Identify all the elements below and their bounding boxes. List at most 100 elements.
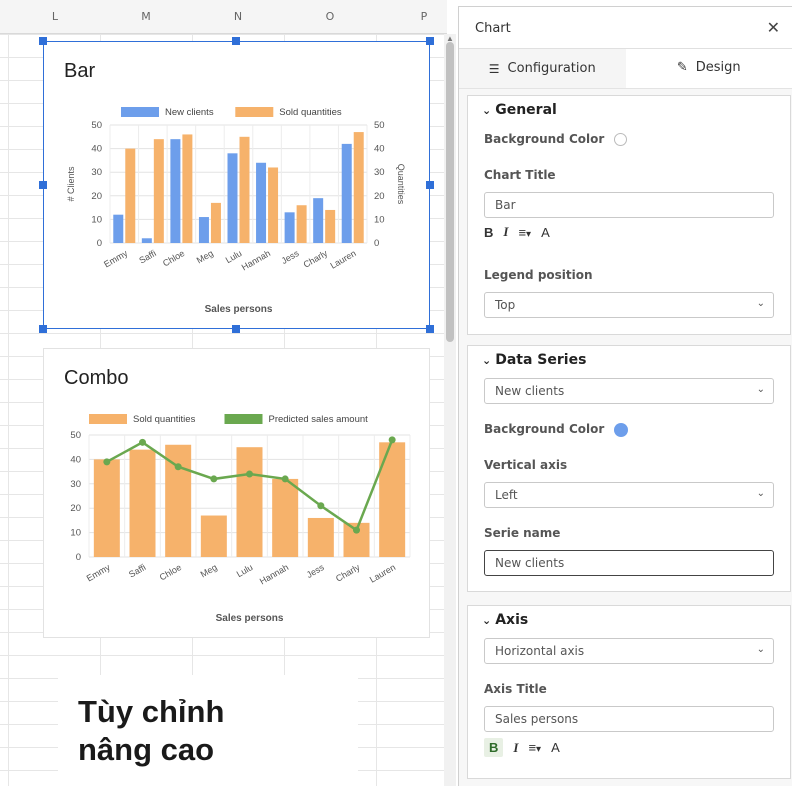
bar: [227, 153, 238, 243]
line-point: [103, 458, 111, 466]
x-tick-label: Saffi: [137, 248, 157, 266]
vertical-scrollbar[interactable]: ▲: [444, 34, 456, 786]
bar: [141, 238, 152, 243]
tab-design-label: Design: [695, 60, 741, 75]
tab-configuration[interactable]: ☰ Configuration: [459, 49, 626, 88]
bold-button[interactable]: B: [484, 225, 493, 240]
serie-name-input[interactable]: New clients: [484, 550, 774, 576]
vertical-axis-label: Vertical axis: [484, 458, 568, 472]
combo-chart-card[interactable]: Combo Sold quantities Predicted sales amo…: [43, 348, 430, 638]
italic-button[interactable]: I: [503, 224, 508, 240]
section-data-series: ⌄ Data Series New clients ⌄ Background Co…: [467, 345, 791, 592]
resize-handle-left[interactable]: [39, 181, 47, 189]
axis-title-input[interactable]: Sales persons: [484, 706, 774, 732]
legend-position-value: Top: [495, 298, 516, 312]
axis-bold-button[interactable]: B: [484, 738, 504, 757]
line-point: [353, 526, 360, 534]
data-series-select[interactable]: New clients ⌄: [484, 378, 774, 404]
column-header-p[interactable]: P: [414, 10, 434, 23]
line-point: [210, 475, 218, 483]
series-color-swatch[interactable]: [614, 422, 629, 437]
y-tick-label: 50: [70, 430, 81, 441]
axis-format-toolbar: B I ≡▾ A: [484, 738, 560, 757]
x-axis-title: Sales persons: [216, 613, 284, 624]
resize-handle-bottom[interactable]: [232, 325, 240, 333]
sliders-icon: ☰: [488, 61, 500, 76]
column-header-m[interactable]: M: [136, 10, 156, 23]
legend-position-label: Legend position: [484, 268, 593, 282]
x-tick-label: Lauren: [368, 562, 397, 585]
section-general-header[interactable]: ⌄ General: [468, 96, 790, 118]
x-tick-label: Lulu: [235, 562, 255, 579]
x-tick-label: Emmy: [102, 248, 130, 270]
y-tick-label: 40: [70, 454, 81, 465]
section-axis-header[interactable]: ⌄ Axis: [468, 606, 790, 628]
chevron-down-icon: ⌄: [756, 644, 765, 655]
x-tick-label: Hannah: [258, 562, 290, 586]
section-axis: ⌄ Axis Horizontal axis ⌄ Axis Title Sales…: [467, 605, 791, 779]
resize-handle-right[interactable]: [426, 181, 434, 189]
legend-swatch: [224, 414, 263, 424]
y2-axis-title: Quantities: [396, 164, 406, 205]
close-icon[interactable]: ✕: [767, 18, 780, 38]
bar-chart-card[interactable]: Bar New clients Sold quantities 0 0 10 10 20 20…: [43, 41, 430, 329]
chart-title-input[interactable]: Bar: [484, 192, 774, 218]
column-header-l[interactable]: L: [45, 10, 65, 23]
chevron-down-icon: ⌄: [756, 488, 765, 499]
axis-select-value: Horizontal axis: [495, 644, 585, 658]
bar: [284, 212, 295, 243]
y-tick-label: 20: [70, 503, 81, 514]
x-tick-label: Charly: [334, 562, 362, 584]
bar: [125, 148, 136, 243]
x-tick-label: Saffi: [127, 562, 147, 580]
bar: [353, 132, 364, 243]
column-header-o[interactable]: O: [320, 10, 340, 23]
bar: [129, 449, 156, 557]
legend-swatch: [89, 414, 127, 424]
line-point: [174, 463, 182, 471]
bar: [341, 143, 352, 243]
resize-handle-bottom-right[interactable]: [426, 325, 434, 333]
font-color-button[interactable]: A: [541, 225, 550, 240]
bar: [200, 515, 227, 557]
axis-align-icon[interactable]: ≡▾: [528, 740, 541, 755]
x-axis-title: Sales persons: [205, 304, 273, 315]
y2-tick-label: 50: [374, 120, 385, 131]
align-icon[interactable]: ≡▾: [518, 225, 531, 240]
scrollbar-thumb[interactable]: [446, 42, 454, 342]
column-header-n[interactable]: N: [228, 10, 248, 23]
bar: [239, 136, 250, 243]
axis-italic-button[interactable]: I: [513, 740, 518, 756]
bar-chart-svg: New clients Sold quantities 0 0 10 10 20 20 30 30…: [66, 107, 406, 315]
spreadsheet-grid[interactable]: L M N O P Bar New clients Sold quantities…: [0, 0, 447, 786]
resize-handle-top-right[interactable]: [426, 37, 434, 45]
y-tick-label: 50: [91, 120, 102, 131]
tab-design[interactable]: ✎ Design: [625, 49, 792, 88]
bar: [198, 217, 209, 243]
resize-handle-top-left[interactable]: [39, 37, 47, 45]
y2-tick-label: 0: [374, 238, 379, 249]
bar: [236, 447, 263, 557]
resize-handle-top[interactable]: [232, 37, 240, 45]
bar: [307, 517, 334, 557]
empty-color-swatch-icon[interactable]: [614, 133, 628, 146]
axis-select[interactable]: Horizontal axis ⌄: [484, 638, 774, 664]
y-tick-label: 0: [76, 552, 81, 563]
resize-handle-bottom-left[interactable]: [39, 325, 47, 333]
legend-position-select[interactable]: Top ⌄: [484, 292, 774, 318]
line-point: [281, 475, 289, 483]
section-general: ⌄ General Background Color Chart Title Ba…: [467, 95, 791, 335]
chart-title-label: Chart Title: [484, 168, 556, 182]
y-tick-label: 20: [91, 191, 102, 202]
vertical-axis-select[interactable]: Left ⌄: [484, 482, 774, 508]
y2-tick-label: 30: [374, 167, 385, 178]
x-tick-label: Jess: [305, 562, 326, 580]
caption-line-1: Tùy chỉnh: [78, 694, 225, 729]
bar: [170, 139, 181, 243]
axis-align-caret-icon: ▾: [536, 744, 542, 755]
line-point: [388, 436, 396, 444]
legend-swatch: [235, 107, 274, 117]
section-data-series-header[interactable]: ⌄ Data Series: [468, 346, 790, 368]
y-tick-label: 30: [70, 479, 81, 490]
axis-font-color-button[interactable]: A: [551, 740, 560, 755]
